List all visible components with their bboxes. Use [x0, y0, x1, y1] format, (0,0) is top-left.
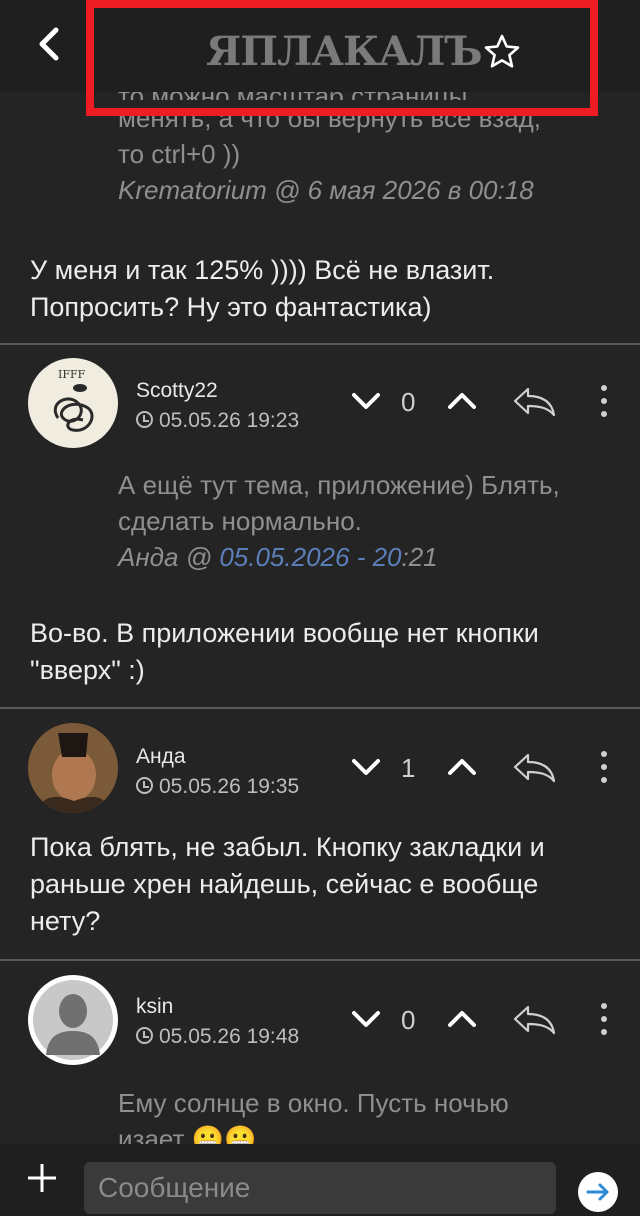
avatar[interactable]	[28, 723, 118, 813]
message-text: Во-во. В приложении вообще нет кнопки "в…	[30, 615, 610, 689]
app-header: ЯПЛАКАЛЪ	[0, 0, 640, 116]
quote-text: А ещё тут тема, приложение) Блять,	[118, 470, 560, 500]
reply-button[interactable]	[512, 385, 556, 422]
site-logo: ЯПЛАКАЛЪ	[206, 28, 483, 75]
comments-feed[interactable]: то можно масштаб страницы менять, а что …	[0, 92, 640, 1144]
vote-up-button[interactable]	[446, 1007, 478, 1036]
back-arrow-icon	[39, 27, 59, 61]
reply-icon	[513, 387, 556, 417]
more-vertical-icon	[601, 751, 607, 783]
chevron-down-icon	[352, 1011, 380, 1027]
vote-down-button[interactable]	[350, 1007, 382, 1036]
vote-down-button[interactable]	[350, 755, 382, 784]
snake-icon: IFFF	[54, 368, 94, 432]
message-composer	[0, 1144, 640, 1216]
quote-text: сделать нормально.	[118, 506, 362, 536]
timestamp: 05.05.26 19:35	[136, 775, 299, 799]
message-line: Пока блять, не забыл. Кнопку закладки и	[30, 832, 545, 862]
send-button[interactable]	[578, 1172, 618, 1212]
comment: Анда 05.05.26 19:35 1 Пока блять, не заб…	[0, 709, 640, 940]
svg-text:IFFF: IFFF	[58, 368, 86, 381]
avatar[interactable]	[28, 975, 118, 1065]
attach-button[interactable]	[22, 1158, 62, 1198]
timestamp-text: 05.05.26 19:48	[159, 1025, 300, 1048]
more-vertical-icon	[601, 385, 607, 417]
message-line: раньше хрен найдешь, сейчас е вообще	[30, 869, 539, 899]
message-line: Попросить? Ну это фантастика)	[30, 292, 432, 322]
bookmark-button[interactable]	[482, 30, 522, 74]
message-line: нету?	[30, 906, 101, 936]
comment: IFFF Scotty22 05.05.26 19:23 0 А ещё тут…	[0, 345, 640, 689]
quote-link[interactable]: 05.05.2026	[219, 542, 349, 572]
more-vertical-icon	[601, 1003, 607, 1035]
timestamp: 05.05.26 19:23	[136, 409, 299, 433]
comment-header: Анда 05.05.26 19:35 1	[0, 709, 640, 821]
star-icon	[484, 34, 520, 68]
more-button[interactable]	[596, 749, 612, 790]
reply-button[interactable]	[512, 1003, 556, 1040]
vote-count: 0	[401, 387, 416, 417]
quote-link[interactable]: -	[349, 542, 372, 572]
quote-text: Ему солнце в окно. Пусть ночью	[118, 1088, 509, 1118]
timestamp: 05.05.26 19:48	[136, 1025, 299, 1049]
quote-author-tail: :21	[401, 542, 438, 572]
message-line: У меня и так 125% )))) Всё не влазит.	[30, 255, 495, 285]
vote-up-button[interactable]	[446, 389, 478, 418]
clock-icon	[136, 1027, 153, 1044]
message-text: Пока блять, не забыл. Кнопку закладки и …	[30, 829, 610, 940]
quote-block: Ему солнце в окно. Пусть ночью изает 😬😬	[118, 1085, 600, 1144]
quote-block: А ещё тут тема, приложение) Блять, сдела…	[118, 467, 600, 575]
more-button[interactable]	[596, 1001, 612, 1042]
send-arrow-icon	[586, 1183, 609, 1201]
default-avatar-icon	[29, 976, 117, 1064]
quote-author: Анда @ 05.05.2026 - 20:21	[118, 539, 600, 575]
chevron-down-icon	[352, 393, 380, 409]
quote-text: то ctrl+0 ))	[118, 139, 241, 169]
chevron-down-icon	[352, 759, 380, 775]
vote-count: 0	[401, 1005, 416, 1035]
message-line: Во-во. В приложении вообще нет кнопки	[30, 618, 539, 648]
clock-icon	[136, 411, 153, 428]
quote-author-name: Анда @	[118, 542, 220, 572]
username[interactable]: ksin	[136, 995, 173, 1019]
vote-count: 1	[401, 753, 416, 783]
reply-icon	[513, 753, 556, 783]
chevron-up-icon	[448, 759, 476, 775]
vote-down-button[interactable]	[350, 389, 382, 418]
highlight-box: ЯПЛАКАЛЪ	[86, 0, 598, 116]
chevron-up-icon	[448, 1011, 476, 1027]
comment-header: IFFF Scotty22 05.05.26 19:23 0	[0, 345, 640, 457]
username[interactable]: Scotty22	[136, 379, 218, 403]
more-button[interactable]	[596, 383, 612, 424]
username[interactable]: Анда	[136, 745, 186, 769]
chevron-up-icon	[448, 393, 476, 409]
reply-button[interactable]	[512, 751, 556, 788]
message-line: "вверх" :)	[30, 655, 145, 685]
comment-header: ksin 05.05.26 19:48 0	[0, 961, 640, 1073]
vote-up-button[interactable]	[446, 755, 478, 784]
timestamp-text: 05.05.26 19:23	[159, 409, 300, 432]
message-input[interactable]	[84, 1162, 556, 1214]
comment: ksin 05.05.26 19:48 0 Ему солнце в окно.…	[0, 961, 640, 1144]
clock-icon	[136, 777, 153, 794]
reply-icon	[513, 1005, 556, 1035]
back-button[interactable]	[30, 22, 70, 66]
message-text: У меня и так 125% )))) Всё не влазит. По…	[30, 252, 610, 326]
avatar[interactable]: IFFF	[28, 358, 118, 448]
timestamp-text: 05.05.26 19:35	[159, 775, 300, 798]
quote-text: изает 😬😬	[118, 1124, 257, 1144]
plus-icon	[28, 1164, 56, 1192]
quote-link[interactable]: 20	[373, 542, 402, 572]
comment-partial: то можно масштаб страницы менять, а что …	[0, 92, 640, 326]
person-photo-icon	[28, 723, 118, 813]
quote-author: Krematorium @ 6 мая 2026 в 00:18	[118, 175, 534, 205]
